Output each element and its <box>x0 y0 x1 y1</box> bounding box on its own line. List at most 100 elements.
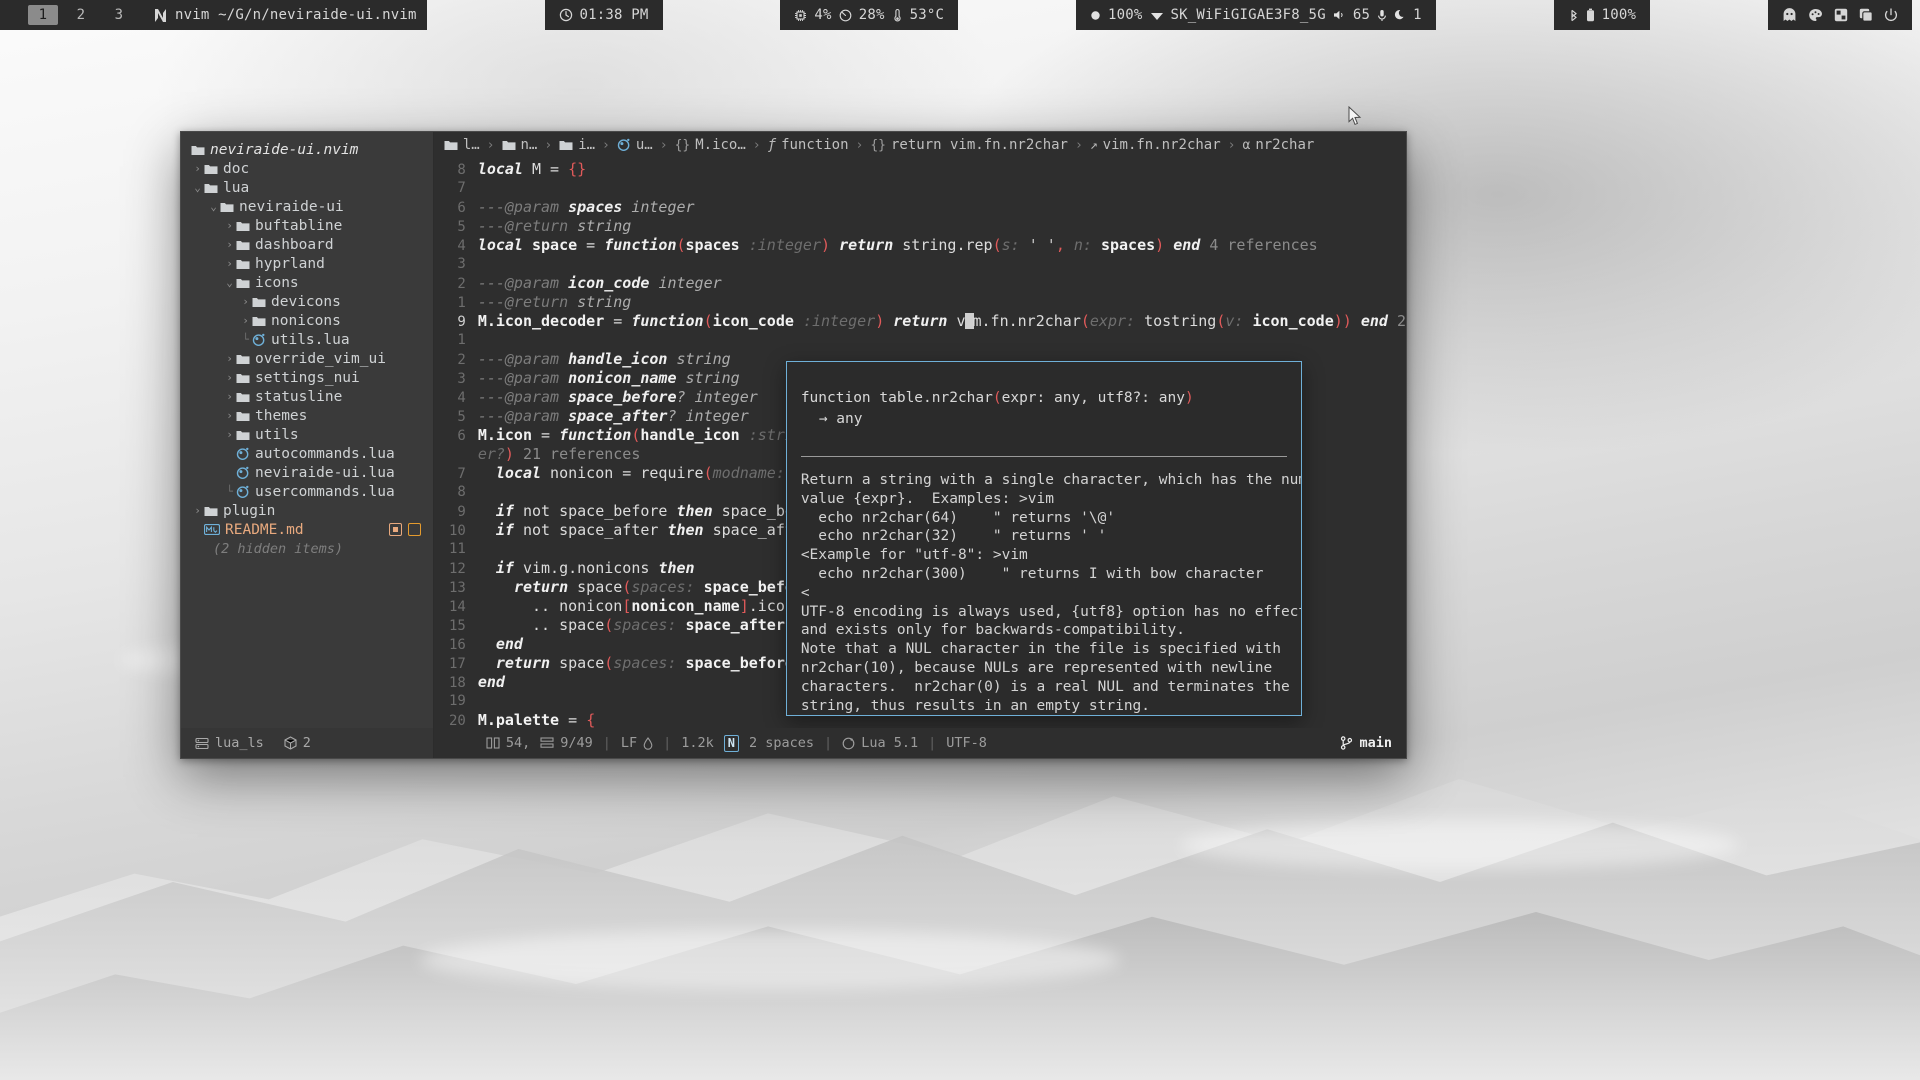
chevron-right-icon[interactable]: › <box>223 409 236 422</box>
chevron-right-icon[interactable]: › <box>191 162 204 175</box>
workspace-3[interactable]: 3 <box>104 5 134 25</box>
line-content[interactable]: .. space(spaces: space_after) <box>478 616 794 635</box>
chevron-right-icon[interactable]: › <box>191 504 204 517</box>
tree-item-hyprland[interactable]: ›hyprland <box>181 254 433 273</box>
line-content[interactable]: if vim.g.nonicons then <box>478 559 695 578</box>
breadcrumb-item[interactable]: {}return vim.fn.nr2char <box>870 137 1068 153</box>
chevron-right-icon[interactable]: › <box>223 352 236 365</box>
tree-item-icons[interactable]: ⌄icons <box>181 273 433 292</box>
system-tray[interactable] <box>1768 0 1912 30</box>
tree-item-readme-md[interactable]: README.md <box>181 520 433 539</box>
tree-item-usercommands-lua[interactable]: └usercommands.lua <box>181 482 433 501</box>
tree-item-utils-lua[interactable]: └utils.lua <box>181 330 433 349</box>
breadcrumb-item[interactable]: ↗vim.fn.nr2char <box>1090 137 1221 153</box>
tree-item-dashboard[interactable]: ›dashboard <box>181 235 433 254</box>
chevron-right-icon[interactable]: › <box>239 295 252 308</box>
code-line[interactable]: 4 local space = function(spaces :integer… <box>434 236 1406 255</box>
power-icon[interactable] <box>1884 8 1898 22</box>
apps-icon[interactable] <box>1834 8 1848 22</box>
line-content[interactable]: local M = {} <box>478 160 586 179</box>
code-line-current[interactable]: 9 M.icon_decoder = function(icon_code :i… <box>434 312 1406 331</box>
system-stats-module[interactable]: 4% 28% 53°C <box>780 0 958 30</box>
line-content[interactable]: if not space_after then space_after = <box>478 521 830 540</box>
line-content[interactable]: end <box>478 635 523 654</box>
line-content[interactable]: ---@param nonicon_name string <box>478 369 740 388</box>
tree-item-override-vim-ui[interactable]: ›override_vim_ui <box>181 349 433 368</box>
chevron-right-icon[interactable]: › <box>223 257 236 270</box>
line-content[interactable]: ---@param icon_code integer <box>478 274 722 293</box>
breadcrumb-item[interactable]: i… <box>559 137 595 153</box>
chevron-down-icon[interactable]: ⌄ <box>191 181 204 194</box>
breadcrumb-item[interactable]: ƒfunction <box>768 137 849 153</box>
breadcrumb-item[interactable]: αnr2char <box>1243 137 1315 153</box>
tree-item-settings-nui[interactable]: ›settings_nui <box>181 368 433 387</box>
line-content[interactable]: ---@param space_before? integer <box>478 388 758 407</box>
line-content[interactable]: return space(spaces: space_before) .. <box>478 654 830 673</box>
line-content[interactable]: er?) 21 references <box>478 445 641 464</box>
tree-guide-icon[interactable]: └ <box>223 485 236 498</box>
workspace-1[interactable]: 1 <box>28 5 58 25</box>
editor-pane[interactable]: l…›n…›i…›u…›{}M.ico…›ƒfunction›{}return … <box>434 132 1406 758</box>
tree-item-autocommands-lua[interactable]: autocommands.lua <box>181 444 433 463</box>
tree-item-list[interactable]: ›doc⌄lua⌄neviraide-ui›buftabline›dashboa… <box>181 159 433 539</box>
indent-setting[interactable]: 2 spaces <box>749 735 814 751</box>
code-line[interactable]: 8 local M = {} <box>434 160 1406 179</box>
code-line[interactable]: 1 <box>434 331 1406 350</box>
chevron-right-icon[interactable]: › <box>223 238 236 251</box>
workspace-switcher[interactable]: 1 2 3 nvim ~/G/n/neviraide-ui.nvim <box>0 0 427 30</box>
line-progress[interactable]: 9/49 <box>540 735 593 751</box>
breadcrumb-item[interactable]: u… <box>617 137 653 153</box>
file-tree[interactable]: neviraide-ui.nvim ›doc⌄lua⌄neviraide-ui›… <box>181 132 433 728</box>
code-line[interactable]: 2 ---@param icon_code integer <box>434 274 1406 293</box>
tree-item-nonicons[interactable]: ›nonicons <box>181 311 433 330</box>
line-content[interactable]: ---@return string <box>478 293 632 312</box>
tree-item-devicons[interactable]: ›devicons <box>181 292 433 311</box>
breadcrumb[interactable]: l…›n…›i…›u…›{}M.ico…›ƒfunction›{}return … <box>434 132 1406 158</box>
copy-icon[interactable] <box>1859 8 1873 22</box>
breadcrumb-item[interactable]: n… <box>502 137 538 153</box>
tree-item-neviraide-ui[interactable]: ⌄neviraide-ui <box>181 197 433 216</box>
tree-item-neviraide-ui-lua[interactable]: neviraide-ui.lua <box>181 463 433 482</box>
chevron-right-icon[interactable]: › <box>239 314 252 327</box>
code-editor[interactable]: 8 local M = {} 7 6 ---@param spaces inte… <box>434 158 1406 728</box>
chevron-right-icon[interactable]: › <box>223 390 236 403</box>
diagnostics-status[interactable]: 2 <box>284 735 311 751</box>
line-content[interactable]: end <box>478 673 505 692</box>
tree-item-statusline[interactable]: ›statusline <box>181 387 433 406</box>
tree-item-plugin[interactable]: ›plugin <box>181 501 433 520</box>
line-content[interactable]: M.palette = { <box>478 711 595 728</box>
chevron-down-icon[interactable]: ⌄ <box>223 276 236 289</box>
breadcrumb-item[interactable]: l… <box>444 137 480 153</box>
line-content[interactable]: local space = function(spaces :integer) … <box>478 236 1318 255</box>
file-format[interactable]: LF <box>621 735 653 751</box>
line-content[interactable]: M.icon = function(handle_icon :string, <box>478 426 821 445</box>
language-info[interactable]: Lua 5.1 <box>842 735 918 751</box>
chevron-right-icon[interactable]: › <box>223 428 236 441</box>
code-line[interactable]: 6 ---@param spaces integer <box>434 198 1406 217</box>
code-line[interactable]: 5 ---@return string <box>434 217 1406 236</box>
line-content[interactable]: M.icon_decoder = function(icon_code :int… <box>478 312 1406 331</box>
tree-item-lua[interactable]: ⌄lua <box>181 178 433 197</box>
ghost-icon[interactable] <box>1782 8 1797 22</box>
chevron-right-icon[interactable]: › <box>223 371 236 384</box>
line-content[interactable]: local nonicon = require(modname: 'nev <box>478 464 830 483</box>
git-branch-info[interactable]: main <box>1340 735 1392 751</box>
tree-item-doc[interactable]: ›doc <box>181 159 433 178</box>
line-content[interactable]: ---@return string <box>478 217 632 236</box>
line-content[interactable]: ---@param spaces integer <box>478 198 695 217</box>
line-content[interactable]: ---@param handle_icon string <box>478 350 731 369</box>
breadcrumb-item[interactable]: {}M.ico… <box>675 137 746 153</box>
encoding-info[interactable]: UTF-8 <box>946 735 987 751</box>
file-explorer-sidebar[interactable]: neviraide-ui.nvim ›doc⌄lua⌄neviraide-ui›… <box>181 132 434 758</box>
line-content[interactable]: if not space_before then space_before <box>478 502 830 521</box>
tree-item-buftabline[interactable]: ›buftabline <box>181 216 433 235</box>
chevron-right-icon[interactable]: › <box>223 219 236 232</box>
cursor-position[interactable]: 54, <box>486 735 530 751</box>
battery-module[interactable]: 100% <box>1554 0 1651 30</box>
code-line[interactable]: 7 <box>434 179 1406 198</box>
tree-guide-icon[interactable]: └ <box>239 333 252 346</box>
network-module[interactable]: 100% SK_WiFiGIGAE3F8_5G 65 1 <box>1076 0 1436 30</box>
clock-module[interactable]: 01:38 PM <box>545 0 663 30</box>
code-line[interactable]: 3 <box>434 255 1406 274</box>
tree-item-utils[interactable]: ›utils <box>181 425 433 444</box>
